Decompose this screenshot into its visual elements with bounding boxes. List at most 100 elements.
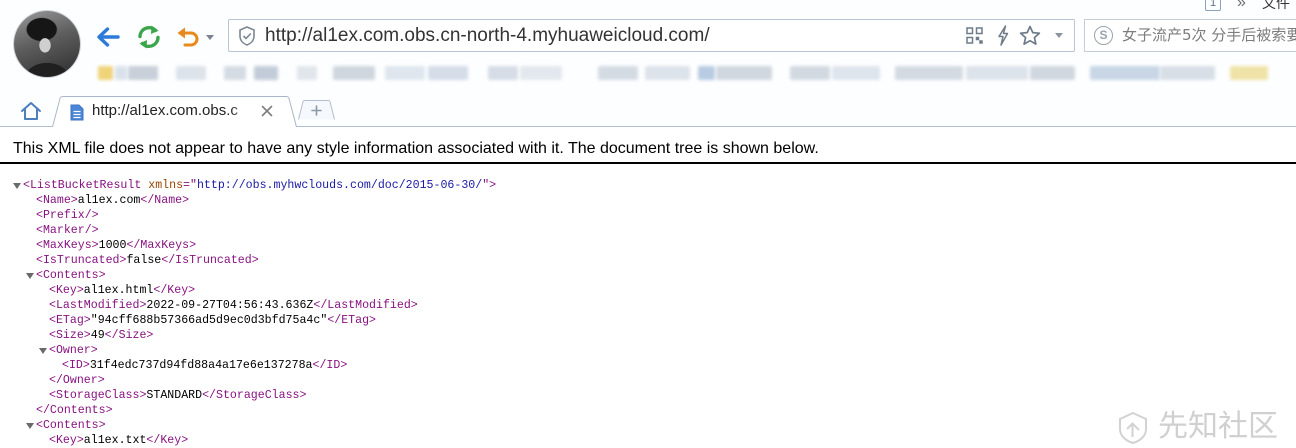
bookmark-item[interactable] (1090, 66, 1160, 80)
bookmark-item[interactable] (598, 66, 638, 80)
xml-line: <Prefix/> (0, 208, 1296, 223)
search-input[interactable]: 女子流产5次 分手后被索要 (1122, 20, 1296, 51)
xml-tag: <IsTruncated> (36, 254, 127, 267)
xml-tag: </Contents> (36, 404, 113, 417)
xml-line: <ETag>"94cff688b57366ad5d9ec0d3bfd75a4c"… (0, 313, 1296, 328)
collapse-triangle-icon[interactable] (26, 423, 34, 429)
bookmark-item[interactable] (224, 66, 246, 80)
collapse-triangle-icon[interactable] (13, 183, 21, 189)
xml-tag: </Name> (140, 194, 190, 207)
xml-line: <Owner> (0, 343, 1296, 358)
new-tab-button[interactable] (298, 100, 335, 120)
xml-line: </Owner> (0, 373, 1296, 388)
file-menu[interactable]: 文件 (1262, 0, 1290, 13)
bookmark-item[interactable] (832, 66, 880, 80)
bookmark-item[interactable] (1030, 66, 1075, 80)
bookmark-item[interactable] (645, 66, 690, 80)
xml-line: <IsTruncated>false</IsTruncated> (0, 253, 1296, 268)
watermark: 先知社区 (1116, 409, 1292, 447)
xml-tag: <LastModified> (49, 299, 147, 312)
bookmark-item[interactable] (716, 66, 772, 80)
bookmark-item[interactable] (115, 66, 127, 80)
xml-attr: xmlns (148, 179, 184, 192)
qr-code-icon[interactable] (966, 27, 983, 44)
arrow-left-icon (97, 27, 120, 47)
xml-text: 1000 (98, 239, 127, 252)
refresh-button[interactable] (135, 23, 163, 51)
xml-text: 2022-09-27T04:56:43.636Z (146, 299, 314, 312)
bookmark-item[interactable] (790, 66, 830, 80)
xml-tag: </LastModified> (313, 299, 418, 312)
back-button[interactable] (95, 25, 121, 49)
sogou-search-icon[interactable]: S (1094, 26, 1113, 45)
tab-active[interactable]: http://al1ex.com.obs.c (52, 96, 297, 127)
address-input[interactable]: http://al1ex.com.obs.cn-north-4.myhuawei… (265, 20, 710, 51)
star-icon[interactable] (1019, 25, 1041, 46)
xml-text: al1ex.com (77, 194, 141, 207)
xml-tag: </ID> (312, 359, 348, 372)
bookmark-item[interactable] (1230, 66, 1268, 80)
bookmark-item[interactable] (966, 66, 1028, 80)
xml-line: <MaxKeys>1000</MaxKeys> (0, 238, 1296, 253)
xml-line: <Name>al1ex.com</Name> (0, 193, 1296, 208)
bookmark-item[interactable] (385, 66, 425, 80)
collapse-triangle-icon[interactable] (26, 273, 34, 279)
refresh-icon (138, 25, 160, 49)
xml-tag: </Key> (153, 284, 196, 297)
bookmark-item[interactable] (1160, 66, 1215, 80)
bookmark-item[interactable] (176, 66, 206, 80)
window-count-badge[interactable]: 1 (1205, 0, 1221, 11)
bookmark-item[interactable] (488, 66, 518, 80)
notice-divider (0, 162, 1296, 164)
collapse-triangle-icon[interactable] (39, 348, 47, 354)
undo-close-tab-button[interactable] (176, 26, 200, 48)
bookmark-item[interactable] (333, 66, 375, 80)
lightning-icon[interactable] (997, 25, 1009, 46)
xml-line: <Contents> (0, 268, 1296, 283)
xml-line: <ListBucketResult xmlns="http://obs.myhw… (0, 178, 1296, 193)
xml-tag: <ID> (62, 359, 90, 372)
xml-tag: </Owner> (49, 374, 105, 387)
caret-down-icon[interactable] (1055, 33, 1063, 38)
undo-icon (177, 27, 199, 47)
document-icon (70, 104, 84, 121)
shield-icon[interactable] (238, 26, 256, 46)
xml-tag: <Owner> (49, 344, 98, 357)
xml-line: <Marker/> (0, 223, 1296, 238)
xml-tag: </IsTruncated> (161, 254, 259, 267)
xml-tag: </MaxKeys> (126, 239, 197, 252)
bookmark-item[interactable] (297, 66, 317, 80)
xml-value: http://obs.myhwclouds.com/doc/2015-06-30… (196, 179, 483, 192)
search-box[interactable]: S 女子流产5次 分手后被索要 (1084, 19, 1296, 52)
address-bar[interactable]: http://al1ex.com.obs.cn-north-4.myhuawei… (228, 19, 1075, 52)
more-chevron[interactable]: » (1237, 0, 1246, 12)
bookmark-item[interactable] (98, 66, 113, 80)
xml-line: <Size>49</Size> (0, 328, 1296, 343)
home-button[interactable] (20, 101, 42, 121)
xml-tag: <ListBucketResult (23, 179, 149, 192)
bookmark-item[interactable] (128, 66, 158, 80)
tab-strip: http://al1ex.com.obs.c (0, 92, 1296, 127)
xml-tag: <StorageClass> (49, 389, 147, 402)
caret-down-icon[interactable] (206, 35, 214, 40)
xianzhi-logo-icon (1119, 411, 1147, 445)
xml-tag: "> (482, 179, 497, 192)
xml-text: "94cff688b57366ad5d9ec0d3bfd75a4c" (90, 314, 328, 327)
bookmark-item[interactable] (428, 66, 468, 80)
xml-text: false (126, 254, 162, 267)
browser-toolbar: http://al1ex.com.obs.cn-north-4.myhuawei… (0, 0, 1296, 92)
bookmark-item[interactable] (254, 66, 278, 80)
xml-text: al1ex.txt (83, 434, 147, 447)
xml-tag: </Size> (104, 329, 154, 342)
xml-tag: =" (183, 179, 197, 192)
xml-tag: </Key> (146, 434, 189, 447)
bookmark-item[interactable] (895, 66, 963, 80)
bookmark-item[interactable] (520, 66, 562, 80)
xml-tag: <Prefix/> (36, 209, 99, 222)
xml-line: <ID>31f4edc737d94fd88a4a17e6e137278a</ID… (0, 358, 1296, 373)
watermark-text: 先知社区 (1158, 409, 1278, 444)
xml-tag: </ETag> (327, 314, 377, 327)
close-icon[interactable] (261, 105, 273, 117)
bookmark-item[interactable] (698, 66, 715, 80)
tab-title: http://al1ex.com.obs.c (92, 102, 238, 119)
